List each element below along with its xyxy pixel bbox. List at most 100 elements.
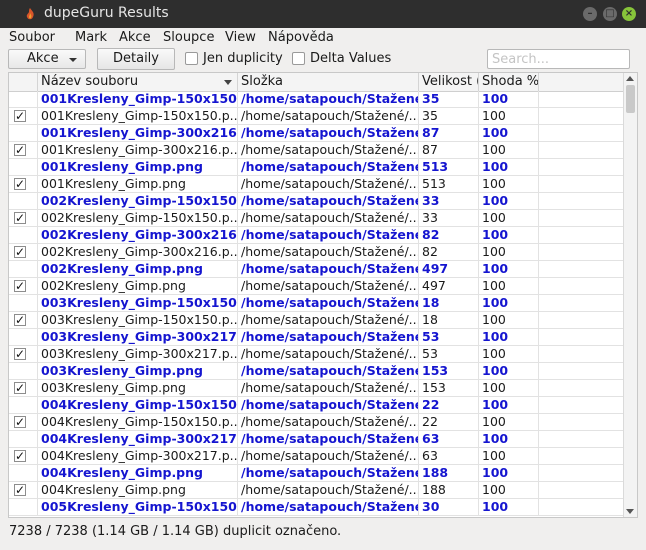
menu-napoveda[interactable]: Nápověda — [268, 30, 334, 45]
duplicate-row[interactable]: 004Kresleny_Gimp-150x150.p.../home/satap… — [9, 414, 629, 431]
reference-row[interactable]: 001Kresleny_Gimp-300x216.p.../home/satap… — [9, 125, 629, 142]
match-cell: 100 — [479, 346, 539, 362]
duplicate-row[interactable]: 004Kresleny_Gimp.png/home/satapouch/Staž… — [9, 482, 629, 499]
reference-row[interactable]: 001Kresleny_Gimp.png/home/satapouch/Staž… — [9, 159, 629, 176]
maximize-button[interactable]: □ — [603, 7, 617, 21]
mark-cell — [9, 227, 38, 243]
header-size[interactable]: Velikost ( — [419, 73, 479, 91]
title-bar[interactable]: dupeGuru Results – □ × — [0, 0, 646, 28]
match-cell: 100 — [479, 244, 539, 260]
duplicate-row[interactable]: 001Kresleny_Gimp.png/home/satapouch/Staž… — [9, 176, 629, 193]
header-filename[interactable]: Název souboru — [38, 73, 238, 91]
match-cell: 100 — [479, 380, 539, 396]
duplicate-row[interactable]: 003Kresleny_Gimp-300x217.p.../home/satap… — [9, 346, 629, 363]
mark-checkbox[interactable] — [14, 176, 26, 192]
delta-values-checkbox[interactable] — [292, 52, 305, 65]
reference-row[interactable]: 004Kresleny_Gimp-150x150.p.../home/satap… — [9, 397, 629, 414]
filename-cell: 005Kresleny_Gimp-150x150.p... — [38, 499, 238, 515]
details-button[interactable]: Detaily — [97, 48, 175, 70]
duplicate-row[interactable]: 002Kresleny_Gimp-300x216.p.../home/satap… — [9, 244, 629, 261]
mark-cell — [9, 465, 38, 481]
duplicate-row[interactable]: 002Kresleny_Gimp-150x150.p.../home/satap… — [9, 210, 629, 227]
duplicate-row[interactable]: 003Kresleny_Gimp.png/home/satapouch/Staž… — [9, 380, 629, 397]
match-cell: 100 — [479, 210, 539, 226]
reference-row[interactable]: 004Kresleny_Gimp-300x217.p.../home/satap… — [9, 431, 629, 448]
match-cell: 100 — [479, 397, 539, 413]
mark-cell — [9, 431, 38, 447]
size-cell: 30 — [419, 499, 479, 515]
action-combo[interactable]: Akce — [8, 49, 86, 69]
delta-values-toggle[interactable]: Delta Values — [292, 51, 392, 69]
mark-cell — [9, 363, 38, 379]
size-cell: 513 — [419, 159, 479, 175]
menu-sloupce[interactable]: Sloupce — [163, 30, 214, 45]
reference-row[interactable]: 002Kresleny_Gimp-300x216.p.../home/satap… — [9, 227, 629, 244]
mark-checkbox[interactable] — [14, 210, 26, 226]
menu-mark[interactable]: Mark — [75, 30, 107, 45]
mark-checkbox[interactable] — [14, 142, 26, 158]
duplicate-row[interactable]: 003Kresleny_Gimp-150x150.p.../home/satap… — [9, 312, 629, 329]
filename-cell: 003Kresleny_Gimp-150x150.p... — [38, 312, 238, 328]
match-cell: 100 — [479, 465, 539, 481]
folder-cell: /home/satapouch/Stažené/... — [238, 244, 419, 260]
minimize-icon: – — [587, 8, 593, 19]
vertical-scrollbar[interactable] — [623, 73, 637, 517]
header-match[interactable]: Shoda % — [479, 73, 539, 91]
menu-soubor[interactable]: Soubor — [9, 30, 55, 45]
maximize-icon: □ — [605, 8, 615, 19]
reference-row[interactable]: 001Kresleny_Gimp-150x150.p.../home/satap… — [9, 91, 629, 108]
match-cell: 100 — [479, 295, 539, 311]
mark-checkbox[interactable] — [14, 312, 26, 328]
mark-checkbox[interactable] — [14, 108, 26, 124]
match-cell: 100 — [479, 448, 539, 464]
match-cell: 100 — [479, 414, 539, 430]
duplicate-row[interactable]: 001Kresleny_Gimp-150x150.p.../home/satap… — [9, 108, 629, 125]
reference-row[interactable]: 002Kresleny_Gimp-150x150.p.../home/satap… — [9, 193, 629, 210]
close-button[interactable]: × — [622, 7, 636, 21]
reference-row[interactable]: 004Kresleny_Gimp.png/home/satapouch/Staž… — [9, 465, 629, 482]
mark-checkbox[interactable] — [14, 482, 26, 498]
reference-row[interactable]: 003Kresleny_Gimp.png/home/satapouch/Staž… — [9, 363, 629, 380]
mark-cell — [9, 448, 38, 464]
reference-row[interactable]: 002Kresleny_Gimp.png/home/satapouch/Staž… — [9, 261, 629, 278]
duplicate-row[interactable]: 004Kresleny_Gimp-300x217.p.../home/satap… — [9, 448, 629, 465]
header-folder[interactable]: Složka — [238, 73, 419, 91]
chevron-down-icon — [69, 58, 77, 62]
size-cell: 153 — [419, 363, 479, 379]
match-cell: 100 — [479, 312, 539, 328]
minimize-button[interactable]: – — [583, 7, 597, 21]
duplicate-row[interactable]: 002Kresleny_Gimp.png/home/satapouch/Staž… — [9, 278, 629, 295]
action-combo-label: Akce — [27, 51, 59, 66]
scroll-down-icon[interactable] — [626, 509, 634, 514]
dupes-only-toggle[interactable]: Jen duplicity — [185, 51, 285, 69]
mark-checkbox[interactable] — [14, 414, 26, 430]
reference-row[interactable]: 003Kresleny_Gimp-150x150.p.../home/satap… — [9, 295, 629, 312]
scrollbar-thumb[interactable] — [626, 85, 635, 113]
mark-checkbox[interactable] — [14, 278, 26, 294]
filename-cell: 004Kresleny_Gimp-300x217.p... — [38, 448, 238, 464]
folder-cell: /home/satapouch/Stažené/... — [238, 312, 419, 328]
menu-view[interactable]: View — [225, 30, 256, 45]
reference-row[interactable]: 003Kresleny_Gimp-300x217.p.../home/satap… — [9, 329, 629, 346]
folder-cell: /home/satapouch/Stažené/... — [238, 363, 419, 379]
size-cell: 497 — [419, 278, 479, 294]
mark-cell — [9, 159, 38, 175]
mark-checkbox[interactable] — [14, 448, 26, 464]
folder-cell: /home/satapouch/Stažené/... — [238, 176, 419, 192]
status-bar-text: 7238 / 7238 (1.14 GB / 1.14 GB) duplicit… — [9, 524, 342, 539]
mark-cell — [9, 278, 38, 294]
match-cell: 100 — [479, 176, 539, 192]
reference-row[interactable]: 005Kresleny_Gimp-150x150.p.../home/satap… — [9, 499, 629, 516]
search-input[interactable] — [487, 49, 630, 69]
size-cell: 513 — [419, 176, 479, 192]
header-marked[interactable] — [9, 73, 38, 91]
dupes-only-checkbox[interactable] — [185, 52, 198, 65]
scroll-up-icon[interactable] — [626, 76, 634, 81]
mark-checkbox[interactable] — [14, 346, 26, 362]
mark-checkbox[interactable] — [14, 380, 26, 396]
match-cell: 100 — [479, 482, 539, 498]
match-cell: 100 — [479, 499, 539, 515]
mark-checkbox[interactable] — [14, 244, 26, 260]
duplicate-row[interactable]: 001Kresleny_Gimp-300x216.p.../home/satap… — [9, 142, 629, 159]
menu-akce[interactable]: Akce — [119, 30, 151, 45]
